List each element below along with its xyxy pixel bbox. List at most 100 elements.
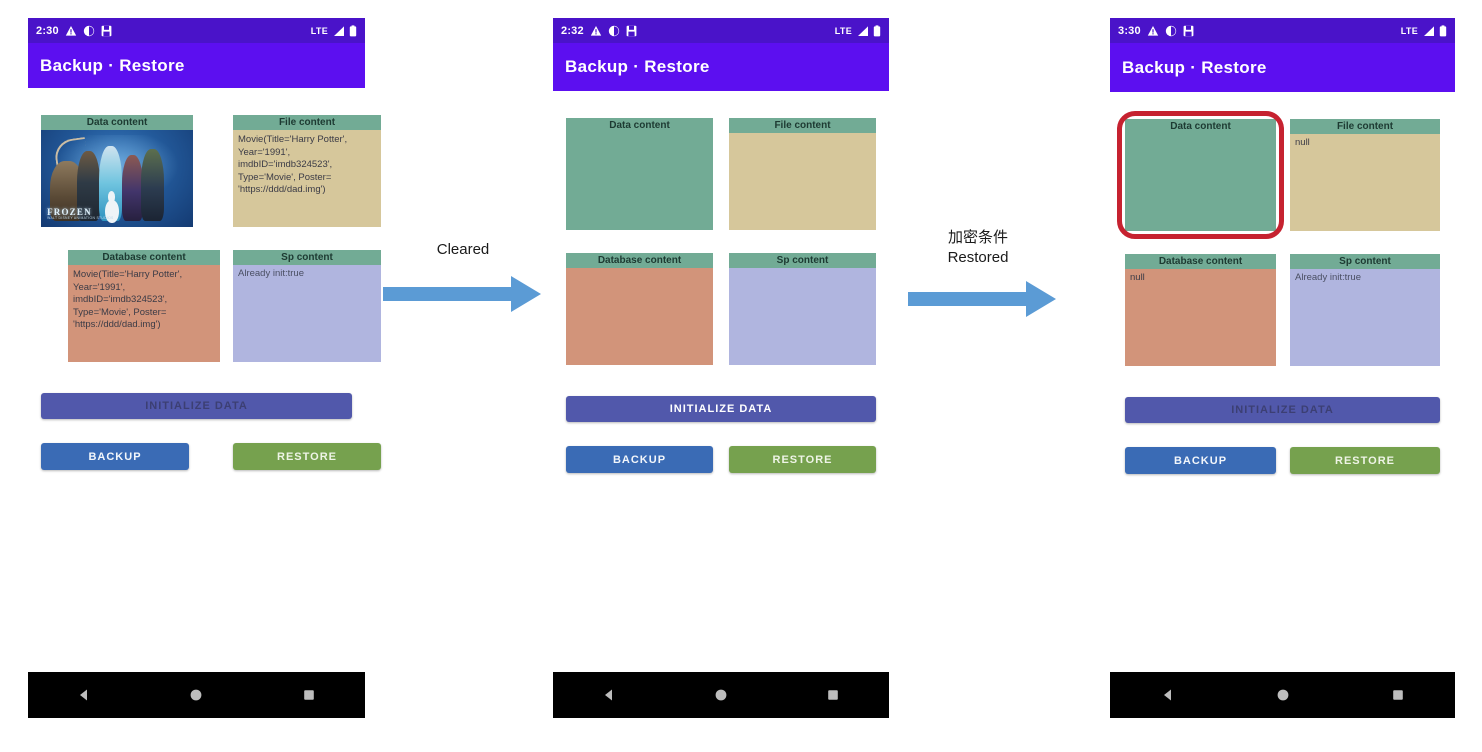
file-content-card[interactable]: File content — [729, 118, 876, 230]
screen-content: Data content FROZEN WALT DISNEY ANIMATIO… — [28, 88, 381, 722]
phone-screenshot-cleared: 2:32 LTE Backup · Restore Data content F… — [553, 18, 889, 722]
arrow-cleared-label: Cleared — [436, 241, 490, 258]
contrast-circle-icon — [1165, 25, 1177, 36]
battery-icon — [1439, 24, 1447, 36]
restore-button[interactable]: RESTORE — [233, 443, 381, 470]
restore-label: RESTORE — [277, 450, 337, 463]
file-content-body: Movie(Title='Harry Potter', Year='1991',… — [233, 130, 381, 227]
arrow-restored-group: 加密条件 Restored — [898, 228, 1058, 318]
file-content-label: File content — [729, 118, 876, 133]
recents-square-icon[interactable] — [1390, 687, 1406, 703]
data-content-body — [1125, 134, 1276, 231]
backup-button[interactable]: BACKUP — [566, 446, 713, 473]
data-content-card[interactable]: Data content — [566, 118, 713, 230]
network-type-label: LTE — [310, 25, 328, 36]
back-triangle-icon[interactable] — [76, 687, 92, 703]
back-triangle-icon[interactable] — [1160, 687, 1176, 703]
sp-content-card[interactable]: Sp content — [729, 253, 876, 365]
file-content-card[interactable]: File content Movie(Title='Harry Potter',… — [233, 115, 381, 227]
data-content-body — [566, 133, 713, 230]
screen-content: Data content File content Database conte… — [553, 91, 889, 722]
backup-button[interactable]: BACKUP — [1125, 447, 1276, 474]
database-content-card[interactable]: Database content Movie(Title='Harry Pott… — [68, 250, 220, 362]
status-bar: 3:30 LTE — [1110, 18, 1455, 43]
data-content-card[interactable]: Data content FROZEN WALT DISNEY ANIMATIO… — [41, 115, 193, 227]
arrow-cleared-group: Cleared — [383, 240, 543, 320]
poster-figure — [121, 155, 143, 222]
recents-square-icon[interactable] — [825, 687, 841, 703]
data-content-body: FROZEN WALT DISNEY ANIMATION STUDIOS — [41, 130, 193, 227]
status-time: 2:30 — [36, 24, 59, 37]
save-lock-icon — [626, 25, 637, 36]
home-circle-icon[interactable] — [1275, 687, 1291, 703]
restore-button[interactable]: RESTORE — [729, 446, 876, 473]
source-watermark: https://blog.csdn.net/allisonchen — [1243, 725, 1428, 739]
warning-triangle-icon — [590, 25, 602, 36]
database-content-card[interactable]: Database content — [566, 253, 713, 365]
restore-label: RESTORE — [1335, 454, 1395, 467]
sp-content-label: Sp content — [233, 250, 381, 265]
network-type-label: LTE — [1400, 25, 1418, 36]
status-bar-left: 2:32 — [561, 25, 835, 37]
app-bar: Backup · Restore — [553, 43, 889, 91]
database-content-body: Movie(Title='Harry Potter', Year='1991',… — [68, 265, 220, 362]
initialize-data-label: INITIALIZE DATA — [145, 400, 248, 412]
arrow-right-icon — [908, 281, 1056, 317]
screen-content: Data content File content null Database … — [1110, 92, 1455, 722]
backup-label: BACKUP — [1173, 454, 1228, 467]
sp-content-card[interactable]: Sp content Already init:true — [233, 250, 381, 362]
initialize-data-label: INITIALIZE DATA — [1231, 404, 1334, 416]
initialize-data-button[interactable]: INITIALIZE DATA — [41, 393, 352, 419]
signal-bars-icon — [332, 25, 345, 36]
sp-content-body: Already init:true — [233, 265, 381, 362]
status-time: 2:32 — [561, 24, 584, 37]
arrow-right-icon — [383, 276, 541, 312]
battery-icon — [349, 24, 357, 36]
database-content-body — [566, 268, 713, 365]
file-content-card[interactable]: File content null — [1290, 119, 1440, 231]
status-bar-right: LTE — [310, 24, 357, 37]
phone-screenshot-restored: 3:30 LTE Backup · Restore Data content F… — [1110, 18, 1455, 722]
sp-content-body: Already init:true — [1290, 269, 1440, 366]
android-nav-bar — [1110, 672, 1455, 718]
android-nav-bar — [553, 672, 889, 718]
save-lock-icon — [101, 25, 112, 36]
database-content-label: Database content — [566, 253, 713, 268]
file-content-body — [729, 133, 876, 230]
app-bar: Backup · Restore — [1110, 43, 1455, 92]
data-content-card[interactable]: Data content — [1125, 119, 1276, 231]
database-content-card[interactable]: Database content null — [1125, 254, 1276, 366]
contrast-circle-icon — [608, 25, 620, 36]
arrow-restored-label: 加密条件 Restored — [947, 229, 1009, 266]
android-nav-bar — [28, 672, 365, 718]
sp-content-card[interactable]: Sp content Already init:true — [1290, 254, 1440, 366]
restore-label: RESTORE — [772, 453, 833, 466]
status-bar: 2:32 LTE — [553, 18, 889, 43]
sp-content-label: Sp content — [729, 253, 876, 268]
file-content-label: File content — [233, 115, 381, 130]
backup-label: BACKUP — [88, 450, 142, 463]
data-content-label: Data content — [566, 118, 713, 133]
initialize-data-button[interactable]: INITIALIZE DATA — [566, 396, 876, 422]
initialize-data-button[interactable]: INITIALIZE DATA — [1125, 397, 1440, 423]
movie-poster-image: FROZEN WALT DISNEY ANIMATION STUDIOS — [41, 130, 193, 227]
sp-content-body — [729, 268, 876, 365]
warning-triangle-icon — [1147, 25, 1159, 36]
poster-figure — [141, 149, 165, 222]
home-circle-icon[interactable] — [188, 687, 204, 703]
home-circle-icon[interactable] — [713, 687, 729, 703]
contrast-circle-icon — [83, 25, 95, 36]
backup-label: BACKUP — [612, 453, 667, 466]
backup-button[interactable]: BACKUP — [41, 443, 189, 470]
status-bar-right: LTE — [835, 24, 881, 37]
status-bar-left: 2:30 — [36, 25, 311, 37]
recents-square-icon[interactable] — [301, 687, 317, 703]
database-content-body: null — [1125, 269, 1276, 366]
file-content-body: null — [1290, 134, 1440, 231]
restore-button[interactable]: RESTORE — [1290, 447, 1440, 474]
database-content-label: Database content — [68, 250, 220, 265]
data-content-label: Data content — [1125, 119, 1276, 134]
battery-icon — [873, 24, 881, 36]
warning-triangle-icon — [65, 25, 77, 36]
back-triangle-icon[interactable] — [601, 687, 617, 703]
